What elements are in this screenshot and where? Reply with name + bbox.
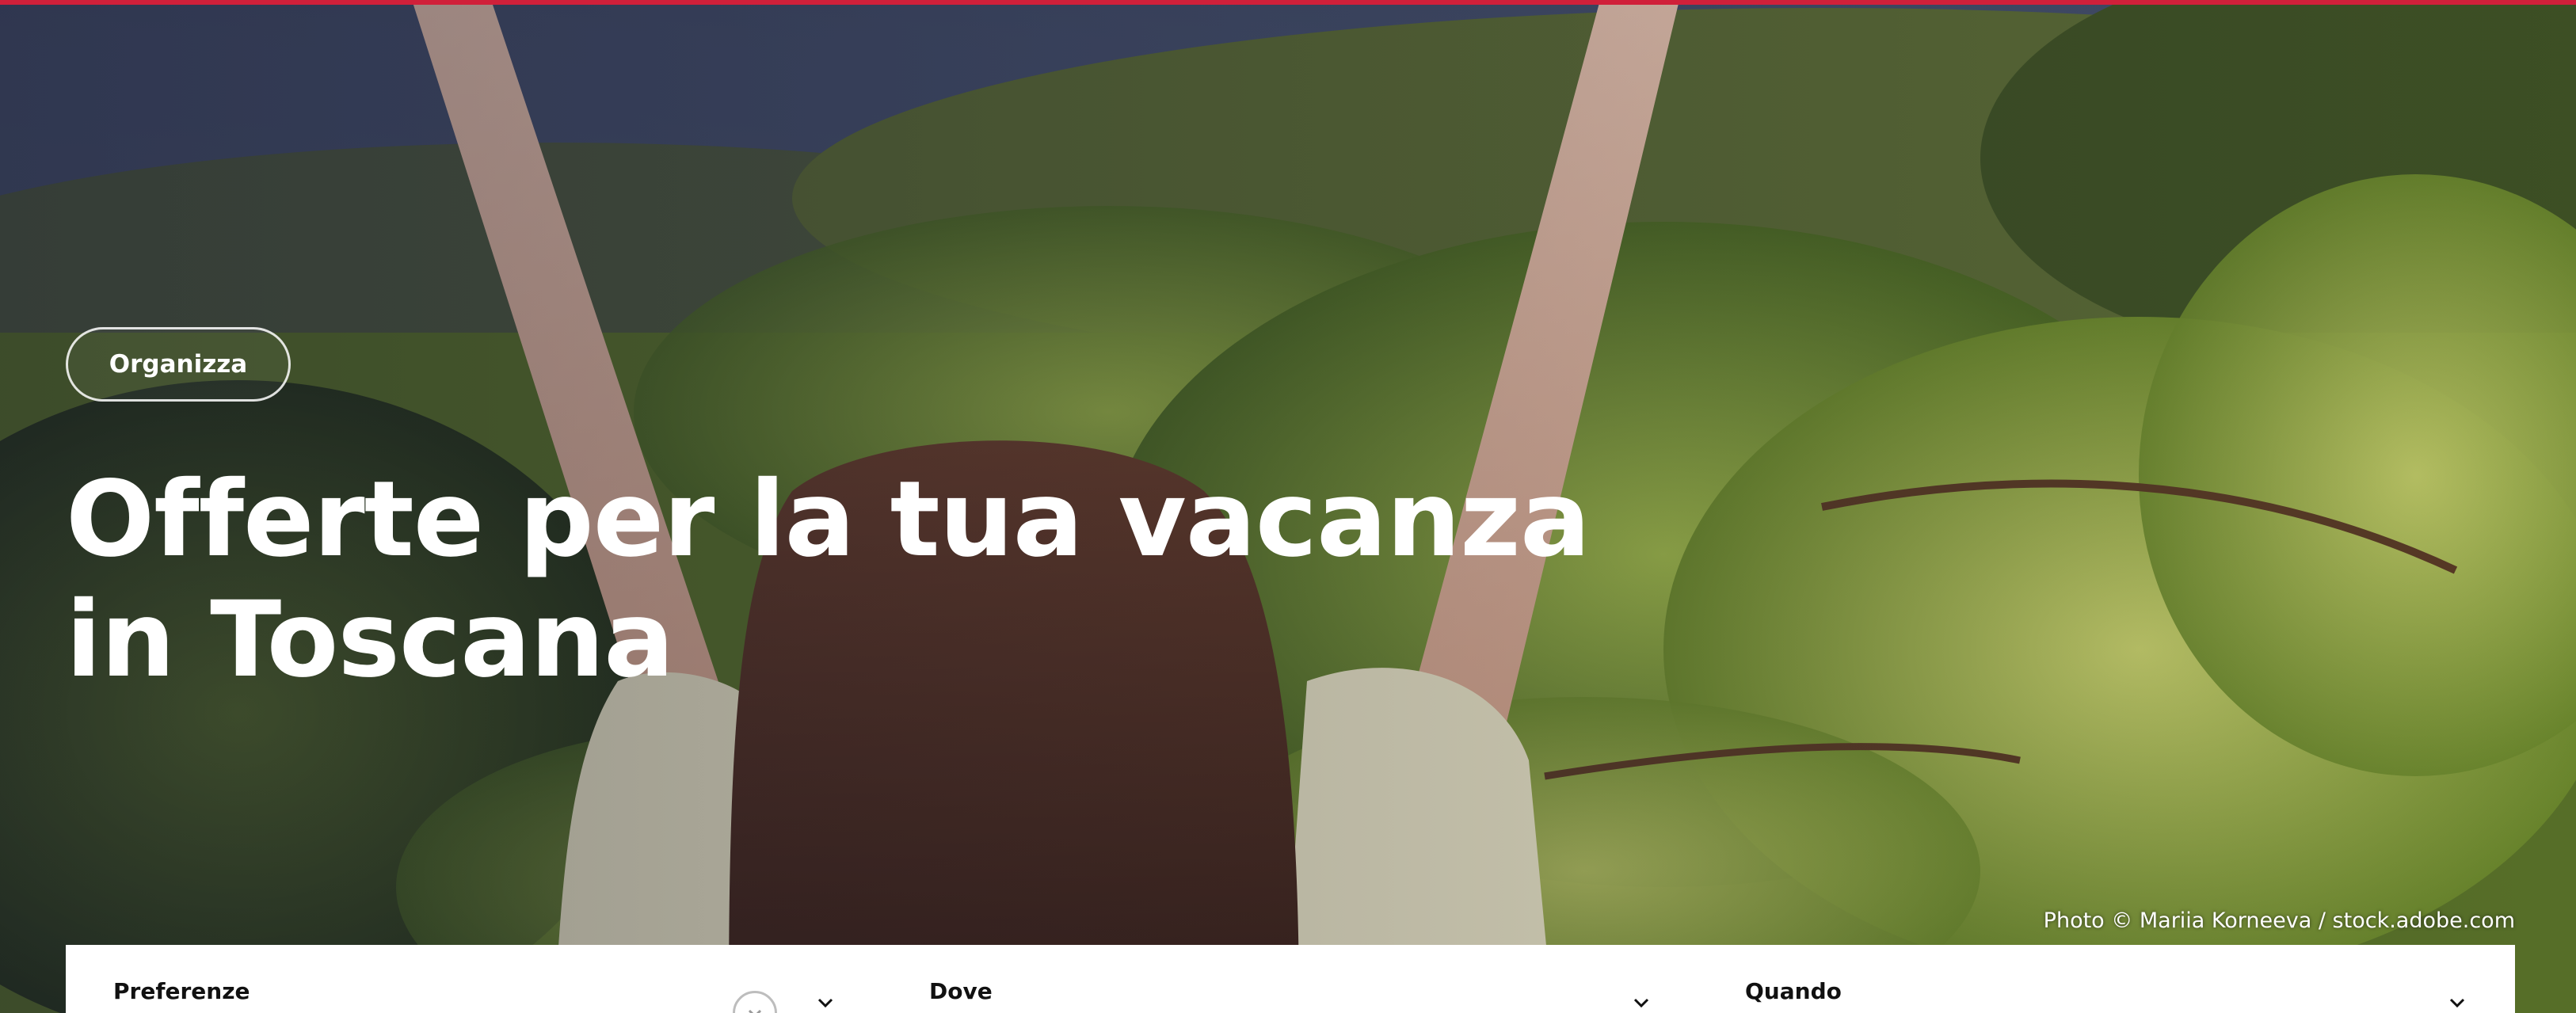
hero-banner: Organizza Offerte per la tua vacanza in … [0,0,2576,1013]
hero-content: Organizza Offerte per la tua vacanza in … [0,0,2576,1013]
page-title: Offerte per la tua vacanza in Toscana [66,459,1591,701]
quando-dropdown[interactable]: Quando [1698,945,2490,1013]
tag-organizza[interactable]: Organizza [66,327,291,402]
dove-label: Dove [929,978,993,1004]
search-panel: Preferenze Dove Quando [66,945,2515,1013]
top-accent-bar [0,0,2576,5]
chevron-down-icon [1633,998,1649,1008]
page-title-line-1: Offerte per la tua vacanza [66,459,1591,581]
photo-credit: Photo © Mariia Korneeva / stock.adobe.co… [2043,908,2515,933]
quando-label: Quando [1745,978,1842,1004]
reset-icon[interactable] [733,991,777,1013]
page-title-line-2: in Toscana [66,579,674,701]
dove-dropdown[interactable]: Dove [882,945,1674,1013]
preferenze-dropdown[interactable]: Preferenze [66,945,858,1013]
chevron-down-icon [817,998,833,1008]
chevron-down-icon [2449,998,2465,1008]
preferenze-label: Preferenze [113,978,250,1004]
